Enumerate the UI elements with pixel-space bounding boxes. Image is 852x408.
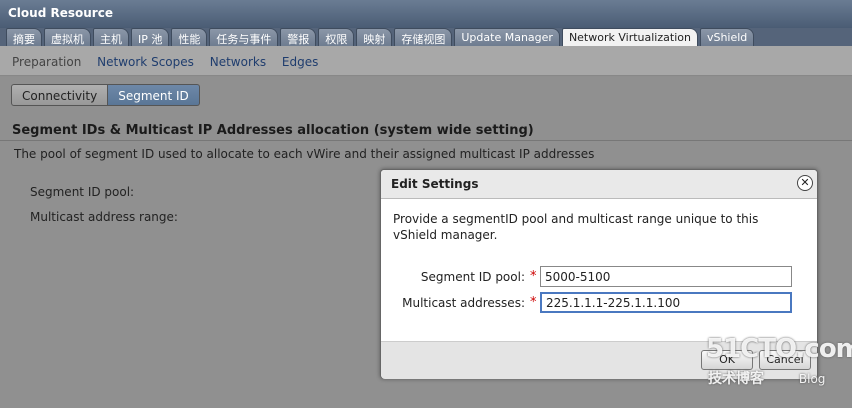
subnav-preparation[interactable]: Preparation [12, 55, 81, 69]
tab-update-manager[interactable]: Update Manager [454, 28, 560, 46]
watermark-logo: 51CTO.com [706, 334, 852, 364]
tab-vshield[interactable]: vShield [699, 28, 755, 46]
tab-permissions[interactable]: 权限 [318, 28, 355, 46]
tab-ip-pools[interactable]: IP 池 [131, 28, 170, 46]
section-title: Segment IDs & Multicast IP Addresses all… [12, 123, 534, 138]
tab-performance[interactable]: 性能 [171, 28, 208, 46]
tab-network-virtualization[interactable]: Network Virtualization [561, 28, 698, 46]
multicast-row: Multicast addresses: * [381, 292, 819, 314]
required-icon: * [530, 269, 537, 284]
window-title: Cloud Resource [0, 0, 852, 28]
watermark-subtitle: 技术博客 Blog [708, 371, 826, 387]
dialog-title: Edit Settings [381, 170, 817, 199]
section-description: The pool of segment ID used to allocate … [14, 147, 595, 161]
tab-bar: 摘要 虚拟机 主机 IP 池 性能 任务与事件 警报 权限 映射 存储视图 Up… [0, 28, 852, 46]
tab-tasks-events[interactable]: 任务与事件 [209, 28, 279, 46]
multicast-field-label: Multicast addresses: [402, 296, 525, 310]
subnav-network-scopes[interactable]: Network Scopes [97, 55, 194, 69]
section-divider [0, 140, 852, 141]
segment-pool-label: Segment ID pool: [30, 185, 135, 199]
dialog-message: Provide a segmentID pool and multicast r… [393, 212, 759, 242]
multicast-range-label: Multicast address range: [30, 210, 178, 224]
subnav-networks[interactable]: Networks [210, 55, 266, 69]
tab-maps[interactable]: 映射 [356, 28, 393, 46]
tab-summary[interactable]: 摘要 [6, 28, 42, 46]
sub-navigation: Preparation Network Scopes Networks Edge… [0, 46, 852, 76]
subnav-edges[interactable]: Edges [282, 55, 318, 69]
connectivity-button[interactable]: Connectivity [11, 84, 109, 106]
tab-hosts[interactable]: 主机 [93, 28, 129, 46]
tab-virtual-machines[interactable]: 虚拟机 [44, 28, 91, 46]
segment-pool-input[interactable] [540, 266, 792, 287]
close-icon[interactable]: ✕ [797, 175, 813, 191]
tab-storage-views[interactable]: 存储视图 [394, 28, 453, 46]
segment-pool-field-label: Segment ID pool: [420, 270, 525, 284]
tab-alarms[interactable]: 警报 [280, 28, 317, 46]
segment-pool-row: Segment ID pool: * [381, 266, 819, 288]
multicast-input[interactable] [540, 292, 792, 313]
view-toggle: Connectivity Segment ID [11, 84, 200, 106]
segment-id-button[interactable]: Segment ID [108, 84, 200, 106]
required-icon: * [530, 295, 537, 310]
